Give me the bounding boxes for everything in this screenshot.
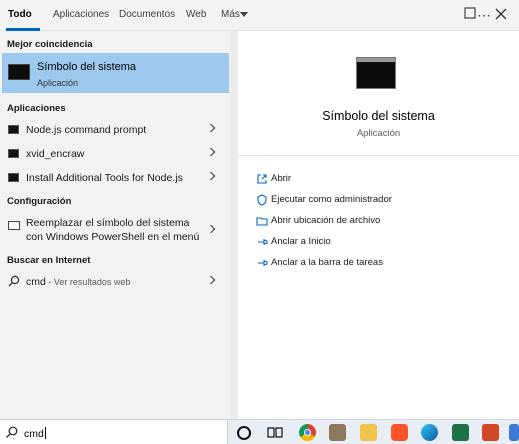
list-item-web-search[interactable]: cmd - Ver resultados web: [0, 270, 230, 294]
chevron-right-icon[interactable]: [206, 275, 216, 285]
action-label: Abrir: [271, 173, 292, 184]
task-view-icon[interactable]: [267, 424, 284, 441]
command-prompt-icon: [356, 57, 396, 89]
tab-documentos[interactable]: Documentos: [119, 9, 175, 20]
gimp-icon[interactable]: [329, 424, 346, 441]
open-icon: [257, 174, 267, 184]
best-match-title: Símbolo del sistema: [37, 61, 137, 73]
web-hint: - Ver resultados web: [45, 277, 131, 287]
search-box[interactable]: cmd: [0, 419, 228, 444]
action-label: Anclar a la barra de tareas: [271, 257, 383, 268]
edge-icon[interactable]: [421, 424, 438, 441]
taskbar: [229, 419, 519, 444]
action-label: Abrir ubicación de archivo: [271, 215, 381, 226]
chevron-right-icon[interactable]: [206, 224, 216, 234]
explorer-icon[interactable]: [509, 424, 519, 441]
section-heading-web: Buscar en Internet: [7, 255, 91, 266]
search-scope-tabs: Todo Aplicaciones Documentos Web Más ⋯: [0, 0, 519, 31]
close-icon[interactable]: [492, 6, 510, 24]
results-panel: Mejor coincidencia Símbolo del sistema A…: [0, 31, 230, 419]
command-prompt-icon: [8, 149, 19, 158]
tab-mas[interactable]: Más: [221, 9, 240, 20]
tab-aplicaciones[interactable]: Aplicaciones: [53, 9, 109, 20]
file-explorer-icon[interactable]: [360, 424, 377, 441]
divider: [238, 155, 519, 156]
section-heading-settings: Configuración: [7, 196, 72, 207]
more-options-icon[interactable]: ⋯: [475, 6, 493, 24]
preview-title: Símbolo del sistema: [322, 109, 435, 123]
app-label: Install Additional Tools for Node.js: [26, 172, 183, 184]
app-label: Node.js command prompt: [26, 124, 147, 136]
setting-label-line2: con Windows PowerShell en el menú: [26, 231, 200, 243]
pin-icon: [258, 260, 268, 266]
list-item-app[interactable]: Install Additional Tools for Node.js: [0, 166, 230, 190]
preview-subtitle: Aplicación: [356, 128, 401, 139]
chevron-down-icon[interactable]: [240, 12, 248, 17]
folder-icon: [256, 217, 268, 226]
monitor-icon: [8, 221, 20, 230]
best-match-subtitle: Aplicación: [37, 78, 79, 88]
action-label: Anclar a Inicio: [271, 236, 331, 247]
chevron-right-icon[interactable]: [206, 171, 216, 181]
command-prompt-icon: [8, 173, 19, 182]
shield-icon: [257, 194, 267, 206]
chevron-right-icon[interactable]: [206, 147, 216, 157]
best-match-item[interactable]: Símbolo del sistema Aplicación: [2, 53, 229, 93]
list-item-app[interactable]: xvid_encraw: [0, 142, 230, 166]
cortana-icon[interactable]: [237, 426, 251, 440]
setting-label-line1: Reemplazar el símbolo del sistema: [26, 217, 190, 229]
search-icon: [8, 275, 20, 287]
powerpoint-icon[interactable]: [482, 424, 499, 441]
pin-icon: [258, 239, 268, 245]
tab-todo[interactable]: Todo: [8, 9, 32, 20]
chrome-icon[interactable]: [299, 424, 316, 441]
section-heading-apps: Aplicaciones: [7, 103, 66, 114]
action-label: Ejecutar como administrador: [271, 194, 392, 205]
excel-icon[interactable]: [452, 424, 469, 441]
tab-web[interactable]: Web: [186, 9, 206, 20]
brave-icon[interactable]: [391, 424, 408, 441]
app-label: xvid_encraw: [26, 148, 85, 160]
list-item-setting[interactable]: Reemplazar el símbolo del sistema con Wi…: [0, 212, 230, 246]
chevron-right-icon[interactable]: [206, 123, 216, 133]
search-icon: [6, 426, 18, 438]
list-item-app[interactable]: Node.js command prompt: [0, 118, 230, 142]
preview-panel: Símbolo del sistema Aplicación Abrir Eje…: [238, 31, 519, 419]
web-query: cmd: [26, 276, 46, 288]
section-heading-best-match: Mejor coincidencia: [7, 39, 93, 50]
command-prompt-icon: [8, 125, 19, 134]
search-input[interactable]: cmd: [24, 428, 44, 440]
command-prompt-icon: [8, 64, 30, 80]
